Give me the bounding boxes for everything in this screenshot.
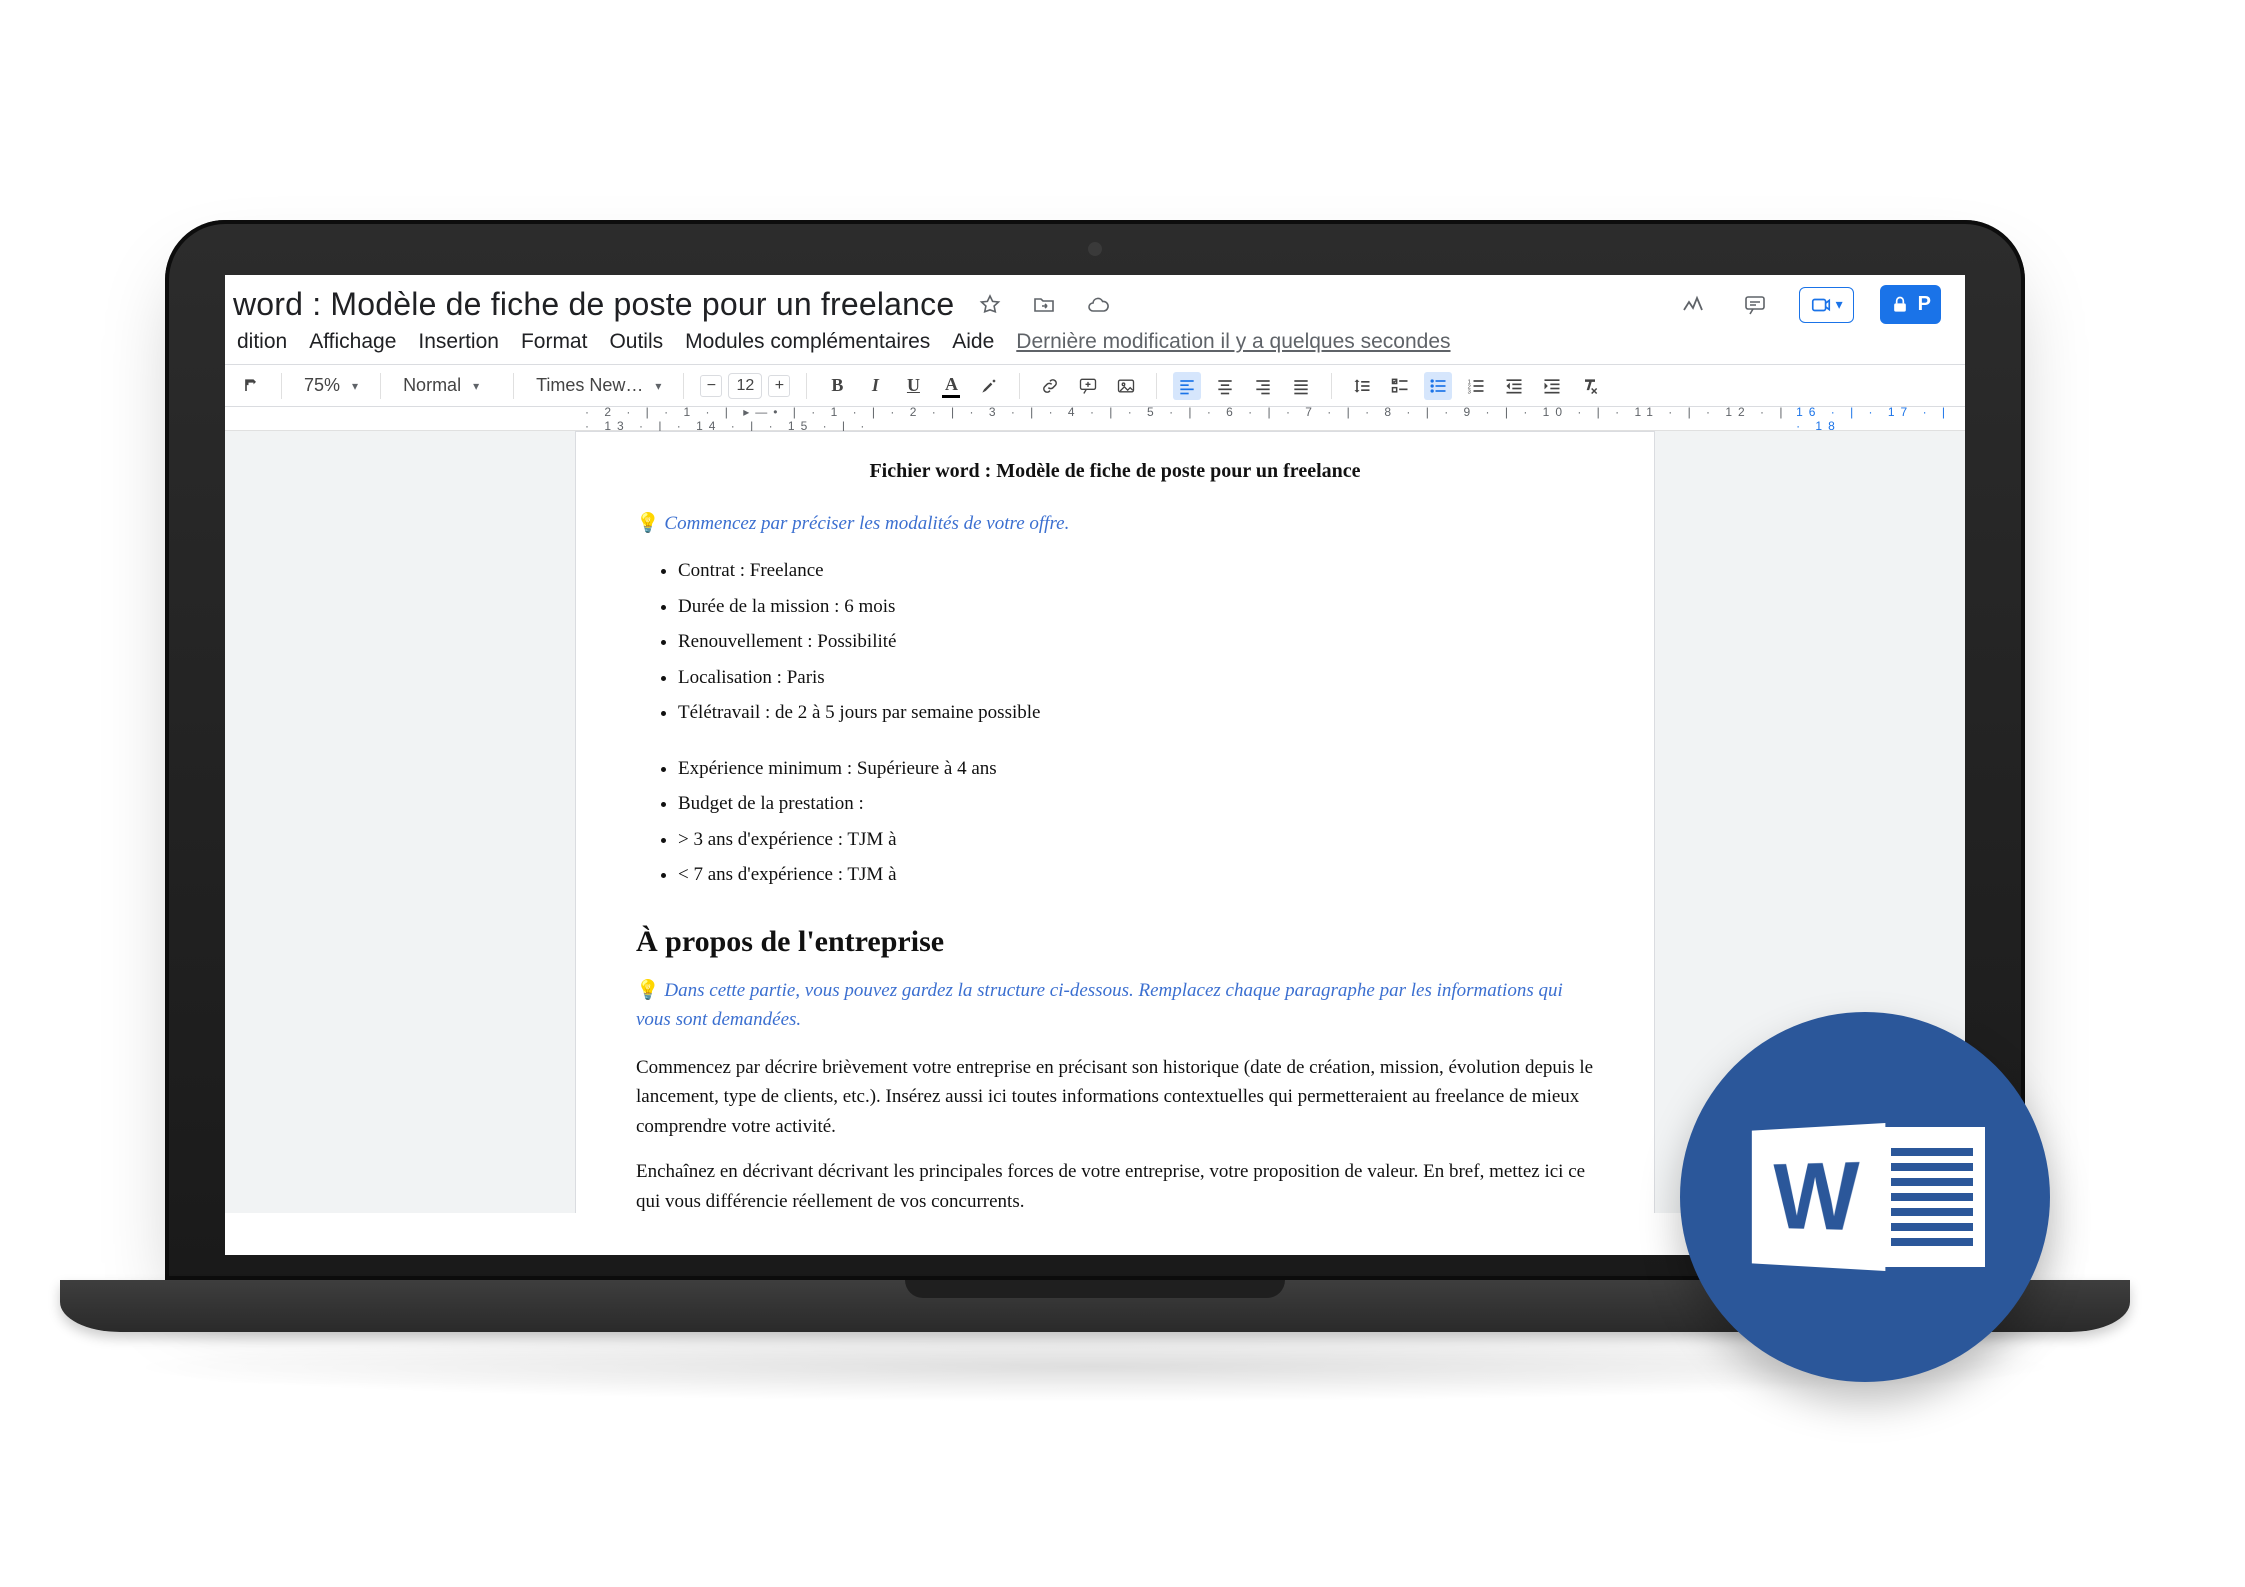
text-color-button[interactable]: A <box>937 372 965 400</box>
word-logo-icon: W <box>1752 1123 1886 1271</box>
title-bar: word : Modèle de fiche de poste pour un … <box>225 275 1965 324</box>
document-canvas[interactable]: Fichier word : Modèle de fiche de poste … <box>225 431 1965 1213</box>
font-size-decrease[interactable]: − <box>700 375 722 397</box>
menu-bar: dition Affichage Insertion Format Outils… <box>225 324 1965 364</box>
font-size-increase[interactable]: + <box>768 375 790 397</box>
doc-heading: Fichier word : Modèle de fiche de poste … <box>636 456 1594 487</box>
font-family-dropdown[interactable]: Times New… <box>530 371 667 400</box>
list-item: Renouvellement : Possibilité <box>678 627 1594 656</box>
bulleted-list-icon[interactable] <box>1424 372 1452 400</box>
activity-icon[interactable] <box>1675 287 1711 323</box>
paint-format-icon[interactable] <box>237 372 265 400</box>
insert-link-icon[interactable] <box>1036 372 1064 400</box>
present-button[interactable]: ▾ <box>1799 287 1854 323</box>
bullet-list-1: Contrat : Freelance Durée de la mission … <box>678 556 1594 727</box>
increase-indent-icon[interactable] <box>1538 372 1566 400</box>
menu-help[interactable]: Aide <box>952 330 994 354</box>
last-edit-link[interactable]: Dernière modification il y a quelques se… <box>1016 330 1450 354</box>
insert-image-icon[interactable] <box>1112 372 1140 400</box>
cloud-saved-icon[interactable] <box>1080 287 1116 323</box>
list-item: Contrat : Freelance <box>678 556 1594 585</box>
about-company-heading: À propos de l'entreprise <box>636 919 1594 966</box>
list-item: < 7 ans d'expérience : TJM à <box>678 860 1594 889</box>
underline-button[interactable]: U <box>899 372 927 400</box>
list-item: Localisation : Paris <box>678 663 1594 692</box>
share-label: P <box>1918 293 1931 316</box>
document-page[interactable]: Fichier word : Modèle de fiche de poste … <box>575 431 1655 1213</box>
italic-button[interactable]: I <box>861 372 889 400</box>
laptop-notch <box>905 1280 1285 1298</box>
align-center-icon[interactable] <box>1211 372 1239 400</box>
menu-addons[interactable]: Modules complémentaires <box>685 330 930 354</box>
numbered-list-icon[interactable]: 123 <box>1462 372 1490 400</box>
move-to-folder-icon[interactable] <box>1026 287 1062 323</box>
menu-edit[interactable]: dition <box>237 330 287 354</box>
decrease-indent-icon[interactable] <box>1500 372 1528 400</box>
font-size-value[interactable]: 12 <box>728 373 762 399</box>
align-left-icon[interactable] <box>1173 372 1201 400</box>
bold-button[interactable]: B <box>823 372 851 400</box>
list-item: Télétravail : de 2 à 5 jours par semaine… <box>678 698 1594 727</box>
comments-icon[interactable] <box>1737 287 1773 323</box>
menu-tools[interactable]: Outils <box>609 330 663 354</box>
list-item: Budget de la prestation : <box>678 789 1594 818</box>
tip-2: Dans cette partie, vous pouvez gardez la… <box>636 976 1594 1035</box>
checklist-icon[interactable] <box>1386 372 1414 400</box>
tip-1: Commencez par préciser les modalités de … <box>636 509 1594 538</box>
align-right-icon[interactable] <box>1249 372 1277 400</box>
menu-format[interactable]: Format <box>521 330 588 354</box>
highlight-button[interactable] <box>975 372 1003 400</box>
menu-view[interactable]: Affichage <box>309 330 396 354</box>
laptop-camera <box>1088 242 1102 256</box>
star-icon[interactable] <box>972 287 1008 323</box>
document-title[interactable]: word : Modèle de fiche de poste pour un … <box>233 286 954 323</box>
menu-insert[interactable]: Insertion <box>418 330 499 354</box>
add-comment-icon[interactable] <box>1074 372 1102 400</box>
list-item: Expérience minimum : Supérieure à 4 ans <box>678 754 1594 783</box>
clear-formatting-icon[interactable] <box>1576 372 1604 400</box>
line-spacing-icon[interactable] <box>1348 372 1376 400</box>
list-item: Durée de la mission : 6 mois <box>678 592 1594 621</box>
paragraph-1: Commencez par décrire brièvement votre e… <box>636 1053 1594 1141</box>
list-item: > 3 ans d'expérience : TJM à <box>678 825 1594 854</box>
zoom-dropdown[interactable]: 75% <box>298 371 364 400</box>
svg-text:3: 3 <box>1468 389 1471 395</box>
word-logo-badge: W <box>1680 1012 2050 1382</box>
formatting-toolbar: 75% Normal Times New… − 12 + B I U A <box>225 364 1965 407</box>
horizontal-ruler[interactable]: · 2 · | · 1 · | ▸—• | · 1 · | · 2 · | · … <box>225 407 1965 431</box>
paragraph-2: Enchaînez en décrivant décrivant les pri… <box>636 1157 1594 1213</box>
word-document-icon <box>1879 1127 1985 1267</box>
bullet-list-2: Expérience minimum : Supérieure à 4 ans … <box>678 754 1594 890</box>
align-justify-icon[interactable] <box>1287 372 1315 400</box>
share-button[interactable]: P <box>1880 285 1941 324</box>
paragraph-style-dropdown[interactable]: Normal <box>397 371 497 400</box>
